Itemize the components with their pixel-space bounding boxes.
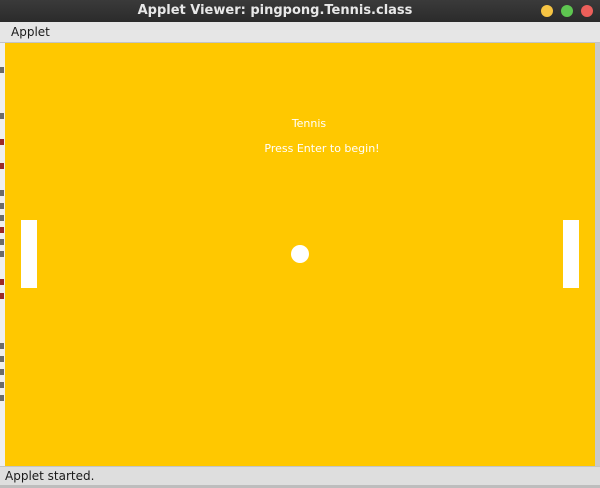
left-paddle: [21, 220, 37, 288]
window-right-edge: [595, 43, 600, 467]
title-bar[interactable]: Applet Viewer: pingpong.Tennis.class: [0, 0, 600, 22]
window-title: Applet Viewer: pingpong.Tennis.class: [137, 3, 413, 18]
maximize-icon[interactable]: [561, 5, 573, 17]
close-icon[interactable]: [581, 5, 593, 17]
menu-bar: Applet: [0, 22, 600, 43]
status-text: Applet started.: [5, 469, 95, 483]
game-canvas[interactable]: Tennis Press Enter to begin!: [5, 43, 595, 466]
status-bar: Applet started.: [0, 466, 600, 485]
menu-applet[interactable]: Applet: [6, 22, 55, 42]
right-paddle: [563, 220, 579, 288]
game-title: Tennis: [291, 117, 327, 130]
start-prompt: Press Enter to begin!: [264, 142, 380, 155]
ball: [291, 245, 309, 263]
minimize-icon[interactable]: [541, 5, 553, 17]
applet-viewer-window: Applet Viewer: pingpong.Tennis.class App…: [0, 0, 600, 488]
